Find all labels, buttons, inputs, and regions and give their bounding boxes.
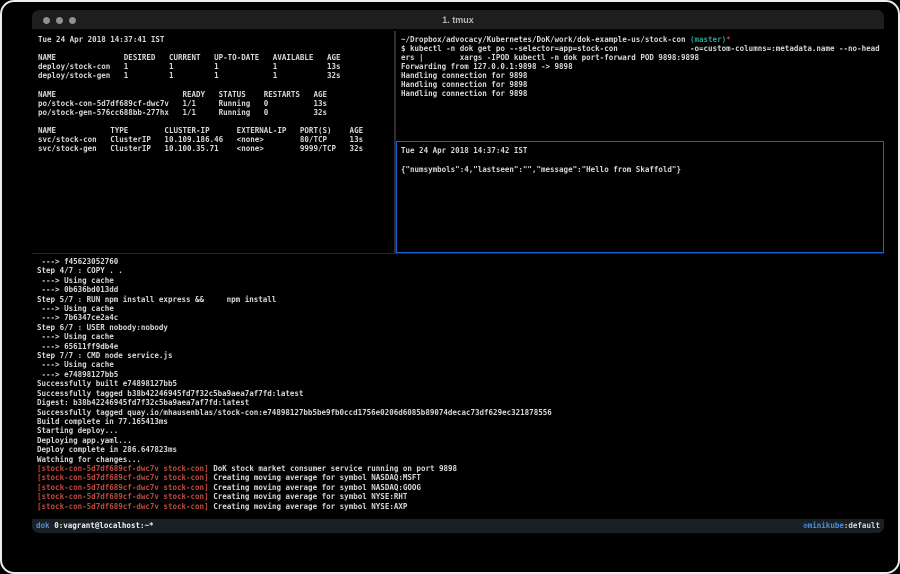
log-message: Creating moving average for symbol NASDA… (209, 483, 421, 492)
services-table: NAME TYPE CLUSTER-IP EXTERNAL-IP PORT(S)… (38, 126, 394, 153)
log-prefix: [stock-con-5d7df689cf-dwc7v stock-con] (37, 492, 209, 501)
port-forward-output: $ kubectl -n dok get po --selector=app=s… (401, 44, 884, 98)
window-titlebar[interactable]: 1. tmux (32, 10, 884, 30)
probe-timestamp: Tue 24 Apr 2018 14:37:42 IST (401, 146, 883, 155)
pane-kubectl-watch[interactable]: Tue 24 Apr 2018 14:37:41 IST NAME DESIRE… (32, 31, 394, 253)
log-message: Creating moving average for symbol NYSE:… (209, 502, 408, 511)
pod-log-line: [stock-con-5d7df689cf-dwc7v stock-con]Cr… (37, 473, 884, 482)
log-message: Creating moving average for symbol NYSE:… (209, 492, 408, 501)
build-output: ---> f45623052760 Step 4/7 : COPY . . --… (37, 257, 884, 464)
cwd-path: ~/Dropbox/advocacy/Kubernetes/DoK/work/d… (401, 35, 690, 44)
window-label[interactable]: 0:vagrant@localhost:~* (50, 519, 154, 533)
log-prefix: [stock-con-5d7df689cf-dwc7v stock-con] (37, 483, 209, 492)
log-message: Creating moving average for symbol NASDA… (209, 473, 421, 482)
watch-timestamp: Tue 24 Apr 2018 14:37:41 IST (38, 35, 394, 44)
terminal-window: 1. tmux Tue 24 Apr 2018 14:37:41 IST NAM… (32, 10, 884, 533)
tmux-content: Tue 24 Apr 2018 14:37:41 IST NAME DESIRE… (32, 31, 884, 519)
git-dirty-flag: * (726, 35, 731, 44)
probe-json-output: {"numsymbols":4,"lastseen":"","message":… (401, 165, 883, 174)
pod-log-line: [stock-con-5d7df689cf-dwc7v stock-con]Cr… (37, 492, 884, 501)
screenshot-frame: 1. tmux Tue 24 Apr 2018 14:37:41 IST NAM… (0, 0, 900, 574)
context-namespace: :default (844, 519, 880, 533)
tmux-status-bar: dok0:vagrant@localhost:~*⚙minikube:defau… (32, 519, 884, 533)
blank-line (401, 155, 883, 164)
log-prefix: [stock-con-5d7df689cf-dwc7v stock-con] (37, 473, 209, 482)
pane-skaffold-probe[interactable]: Tue 24 Apr 2018 14:37:42 IST {"numsymbol… (396, 141, 884, 253)
log-prefix: [stock-con-5d7df689cf-dwc7v stock-con] (37, 502, 209, 511)
pane-port-forward[interactable]: ~/Dropbox/advocacy/Kubernetes/DoK/work/d… (396, 31, 884, 141)
pod-log-line: [stock-con-5d7df689cf-dwc7v stock-con]Cr… (37, 483, 884, 492)
prompt-line: ~/Dropbox/advocacy/Kubernetes/DoK/work/d… (401, 35, 884, 44)
log-message: DoK stock market consumer service runnin… (209, 464, 457, 473)
pod-log-line: [stock-con-5d7df689cf-dwc7v stock-con]Do… (37, 464, 884, 473)
session-name: dok (36, 519, 50, 533)
pod-log-line: [stock-con-5d7df689cf-dwc7v stock-con]Cr… (37, 502, 884, 511)
pods-table: NAME READY STATUS RESTARTS AGE po/stock-… (38, 90, 394, 117)
deployments-table: NAME DESIRED CURRENT UP-TO-DATE AVAILABL… (38, 53, 394, 80)
git-branch: (master) (690, 35, 726, 44)
top-pane-row: Tue 24 Apr 2018 14:37:41 IST NAME DESIRE… (32, 31, 884, 253)
right-pane-column: ~/Dropbox/advocacy/Kubernetes/DoK/work/d… (396, 31, 884, 253)
pane-build-log[interactable]: ---> f45623052760 Step 4/7 : COPY . . --… (32, 253, 884, 520)
context-name: minikube (808, 519, 844, 533)
window-title: 1. tmux (32, 10, 884, 30)
log-prefix: [stock-con-5d7df689cf-dwc7v stock-con] (37, 464, 209, 473)
